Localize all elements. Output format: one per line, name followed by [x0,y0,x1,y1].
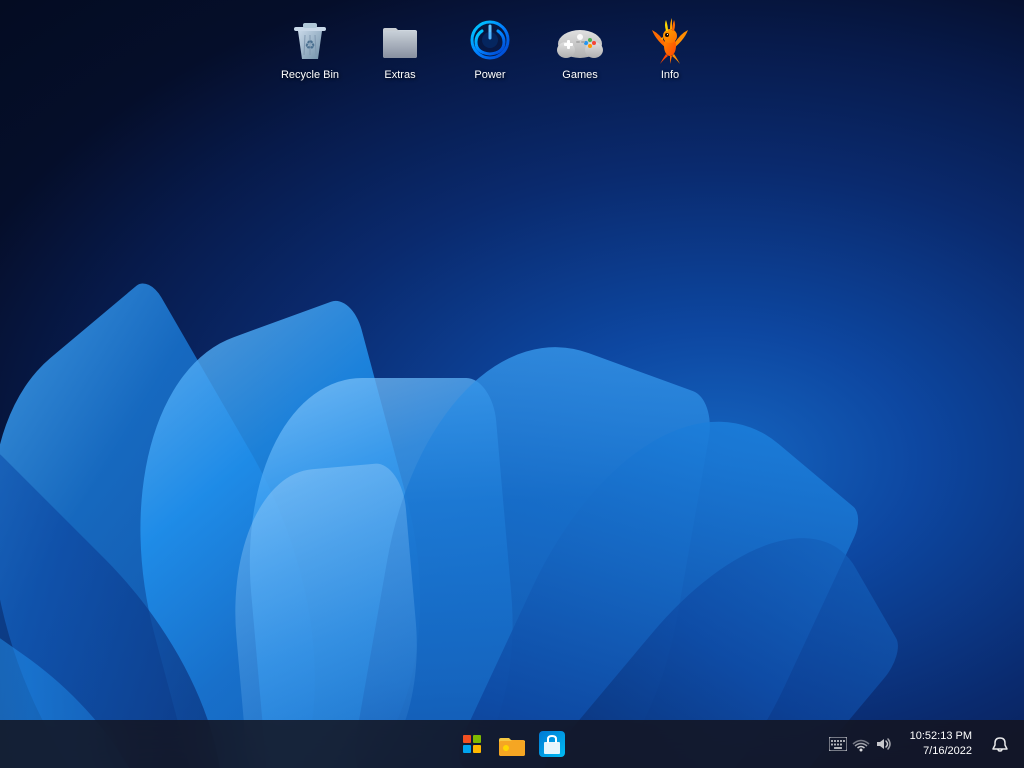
recycle-bin-label: Recycle Bin [281,68,339,82]
file-explorer-icon [499,732,525,756]
microsoft-store-button[interactable] [534,726,570,762]
store-icon [539,731,565,757]
volume-tray-icon[interactable] [874,734,894,754]
desktop-icon-recycle-bin[interactable]: ♻ Recycle Bin [270,10,350,88]
games-label: Games [562,68,597,82]
power-icon [466,16,514,64]
start-button[interactable] [454,726,490,762]
system-clock[interactable]: 10:52:13 PM 7/16/2022 [906,723,976,765]
notification-icon [991,735,1009,753]
win-logo-green [473,735,481,743]
win-logo-blue [463,745,471,753]
file-explorer-button[interactable] [494,726,530,762]
desktop-icon-games[interactable]: Games [540,10,620,88]
clock-date: 7/16/2022 [923,744,972,759]
tray-icons [824,734,898,754]
desktop-icons-area: ♻ Recycle Bin [270,10,710,88]
win-logo-red [463,735,471,743]
network-tray-icon[interactable] [851,734,871,754]
windows-logo-icon [463,735,481,753]
keyboard-tray-icon[interactable] [828,734,848,754]
info-label: Info [661,68,679,82]
win-logo-yellow [473,745,481,753]
taskbar-center-icons [454,726,570,762]
notification-center-button[interactable] [984,726,1016,762]
extras-label: Extras [384,68,415,82]
taskbar: 10:52:13 PM 7/16/2022 [0,720,1024,768]
games-icon [556,16,604,64]
extras-icon [376,16,424,64]
desktop-icon-info[interactable]: Info [630,10,710,88]
power-label: Power [474,68,505,82]
recycle-bin-icon: ♻ [286,16,334,64]
desktop-icon-extras[interactable]: Extras [360,10,440,88]
info-phoenix-icon [646,16,694,64]
svg-text:♻: ♻ [305,38,316,52]
taskbar-right: 10:52:13 PM 7/16/2022 [824,723,1016,765]
desktop-wallpaper [0,0,1024,768]
desktop-icon-power[interactable]: Power [450,10,530,88]
clock-time: 10:52:13 PM [910,729,972,744]
bloom-decoration [0,68,820,768]
